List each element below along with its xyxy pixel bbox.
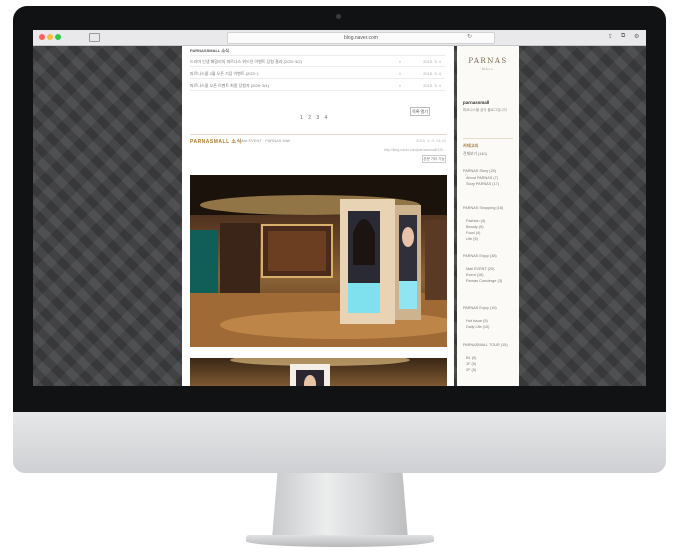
mall-lobby-illustration	[190, 175, 447, 347]
category-item[interactable]: Daily Life (10)	[466, 325, 489, 329]
category-item[interactable]: Beauty (5)	[466, 225, 484, 229]
category-item[interactable]: Fashion (4)	[466, 219, 485, 223]
list-item[interactable]: 파르나스몰 3월 오픈 기념 이벤트 (2/23~) 0 2015. 3. 4	[190, 69, 445, 79]
post-date: 2015. 3. 9. 14:43	[415, 138, 446, 143]
post-date: 2015. 3. 4	[423, 59, 441, 64]
zoom-window-button[interactable]	[55, 34, 61, 40]
list-header-title: PARNASSMALL 소식	[190, 48, 229, 53]
category-item[interactable]: Event (18)	[466, 273, 484, 277]
post-column: PARNASSMALL 소식 드라마 인생 패밀리의 파르나스 위드인 이벤트 …	[182, 46, 454, 386]
brand-logo[interactable]: PARNAS	[457, 57, 519, 65]
post-link[interactable]: 드라마 인생 패밀리의 파르나스 위드인 이벤트 당첨 결과 (2/23~3/2…	[190, 59, 302, 64]
category-item[interactable]: 전체보기 (140)	[463, 152, 487, 157]
divider	[463, 138, 513, 139]
post-link[interactable]: 파르나스몰 3월 오픈 기념 이벤트 (2/23~)	[190, 71, 258, 76]
list-open-button[interactable]: 목록 열기	[410, 107, 430, 116]
tabs-icon[interactable]: ⧉	[621, 33, 625, 40]
comment-count: 0	[398, 71, 401, 76]
profile-description: 파르나스몰 공식 블로그입니다	[463, 108, 507, 112]
minimize-window-button[interactable]	[47, 34, 53, 40]
category-item[interactable]: Hot Issue (5)	[466, 319, 488, 323]
list-item[interactable]: 파르나스몰 오픈 이벤트 최종 당첨자 (2/25~3/1) 0 2015. 3…	[190, 81, 445, 91]
imac-stand	[272, 473, 408, 539]
blog-sidebar: PARNAS MALL parnassmall 파르나스몰 공식 블로그입니다 …	[457, 46, 519, 386]
post-date: 2015. 3. 4	[423, 83, 441, 88]
post-url[interactable]: http://blog.naver.com/parnassmall/220...	[384, 148, 446, 152]
divider	[190, 134, 447, 135]
category-item[interactable]: 1F (5)	[466, 362, 476, 366]
category-item[interactable]: PARNAS Shopping (18)	[463, 206, 503, 210]
comment-count: 0	[398, 83, 401, 88]
kiosk-illustration	[230, 358, 410, 386]
sidebar-toggle-icon[interactable]	[89, 33, 100, 42]
share-icon[interactable]: ⇪	[608, 33, 613, 40]
category-item[interactable]: PARNASMALL TOUR (15)	[463, 343, 508, 347]
post-photo-kiosk	[190, 358, 447, 386]
screen: blog.naver.com ↻ ⇪ ⧉ ⚙ PARNASSMALL 소식 드라…	[33, 30, 646, 386]
post-category[interactable]: PARNASMALL 소식	[190, 138, 242, 145]
post-date: 2015. 3. 4	[423, 71, 441, 76]
comment-count: 0	[398, 59, 401, 64]
settings-icon[interactable]: ⚙	[634, 33, 639, 40]
list-item[interactable]: 드라마 인생 패밀리의 파르나스 위드인 이벤트 당첨 결과 (2/23~3/2…	[190, 57, 445, 67]
list-header: PARNASSMALL 소식	[190, 46, 445, 56]
category-item[interactable]: PARNAS Enjoy (38)	[463, 254, 497, 258]
category-item[interactable]: PARNAS Story (24)	[463, 169, 496, 173]
reload-icon[interactable]: ↻	[467, 33, 472, 40]
post-photo-mall-lobby	[190, 175, 447, 347]
address-bar[interactable]: blog.naver.com	[227, 32, 495, 44]
category-item[interactable]: Parnas Concierge (3)	[466, 279, 502, 283]
profile-name[interactable]: parnassmall	[463, 100, 489, 105]
imac-stand-base	[246, 535, 434, 547]
category-item[interactable]: PARNAS Enjoy (15)	[463, 306, 497, 310]
category-item[interactable]: B1 (5)	[466, 356, 476, 360]
post-options-button[interactable]: 본문 기타 기능	[422, 155, 446, 163]
post-link[interactable]: 파르나스몰 오픈 이벤트 최종 당첨자 (2/25~3/1)	[190, 83, 269, 88]
category-item[interactable]: Life (5)	[466, 237, 478, 241]
category-item[interactable]: Story PARNAS (17)	[466, 182, 499, 186]
brand-logo-sub: MALL	[482, 67, 494, 71]
category-item[interactable]: Food (4)	[466, 231, 480, 235]
pagination[interactable]: 1 2 3 4	[300, 115, 329, 121]
browser-toolbar: blog.naver.com ↻ ⇪ ⧉ ⚙	[33, 30, 646, 46]
post-title: Mall EVENT · PARNAS Mall	[240, 138, 290, 143]
category-item[interactable]: 2F (5)	[466, 368, 476, 372]
close-window-button[interactable]	[39, 34, 45, 40]
camera-icon	[336, 14, 341, 19]
category-item[interactable]: Mall EVENT (20)	[466, 267, 494, 271]
category-heading: 카테고리	[463, 143, 479, 148]
imac-chin	[13, 412, 666, 473]
category-item[interactable]: About PARNAS (7)	[466, 176, 498, 180]
